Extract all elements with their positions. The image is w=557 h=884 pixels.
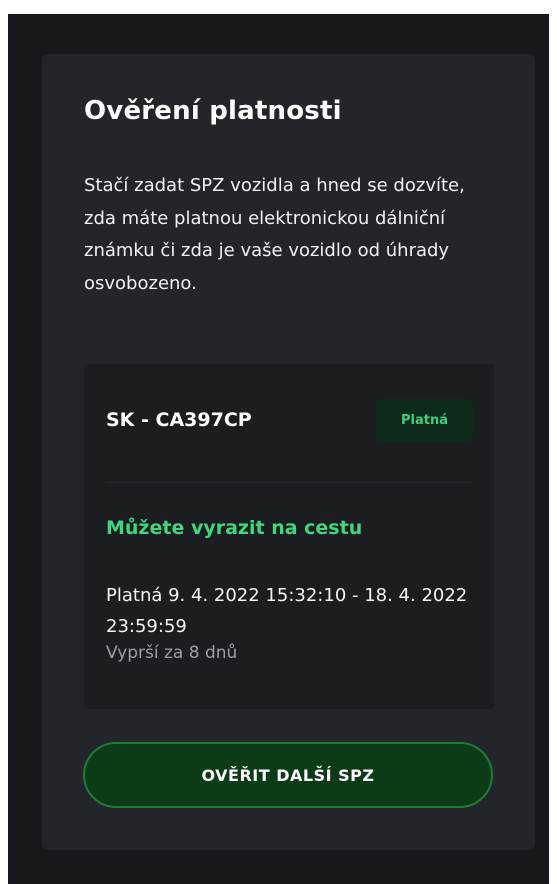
expires-in-text: Vyprší za 8 dnů — [106, 643, 238, 663]
status-badge: Platná — [376, 399, 473, 442]
validity-range: Platná 9. 4. 2022 15:32:10 - 18. 4. 2022… — [106, 585, 468, 637]
divider — [106, 482, 472, 483]
description-text: Stačí zadat SPZ vozidla a hned se dozvít… — [84, 175, 465, 294]
verify-another-button[interactable]: OVĚŘIT DALŠÍ SPZ — [83, 742, 493, 808]
result-panel: SK - CA397CP Platná Můžete vyrazit na ce… — [84, 364, 494, 709]
app-screen: Ověření platnosti Stačí zadat SPZ vozidl… — [8, 14, 549, 884]
page-title: Ověření platnosti — [84, 96, 342, 126]
result-headline: Můžete vyrazit na cestu — [106, 517, 363, 539]
verification-card: Ověření platnosti Stačí zadat SPZ vozidl… — [42, 54, 535, 850]
license-plate: SK - CA397CP — [106, 409, 252, 431]
